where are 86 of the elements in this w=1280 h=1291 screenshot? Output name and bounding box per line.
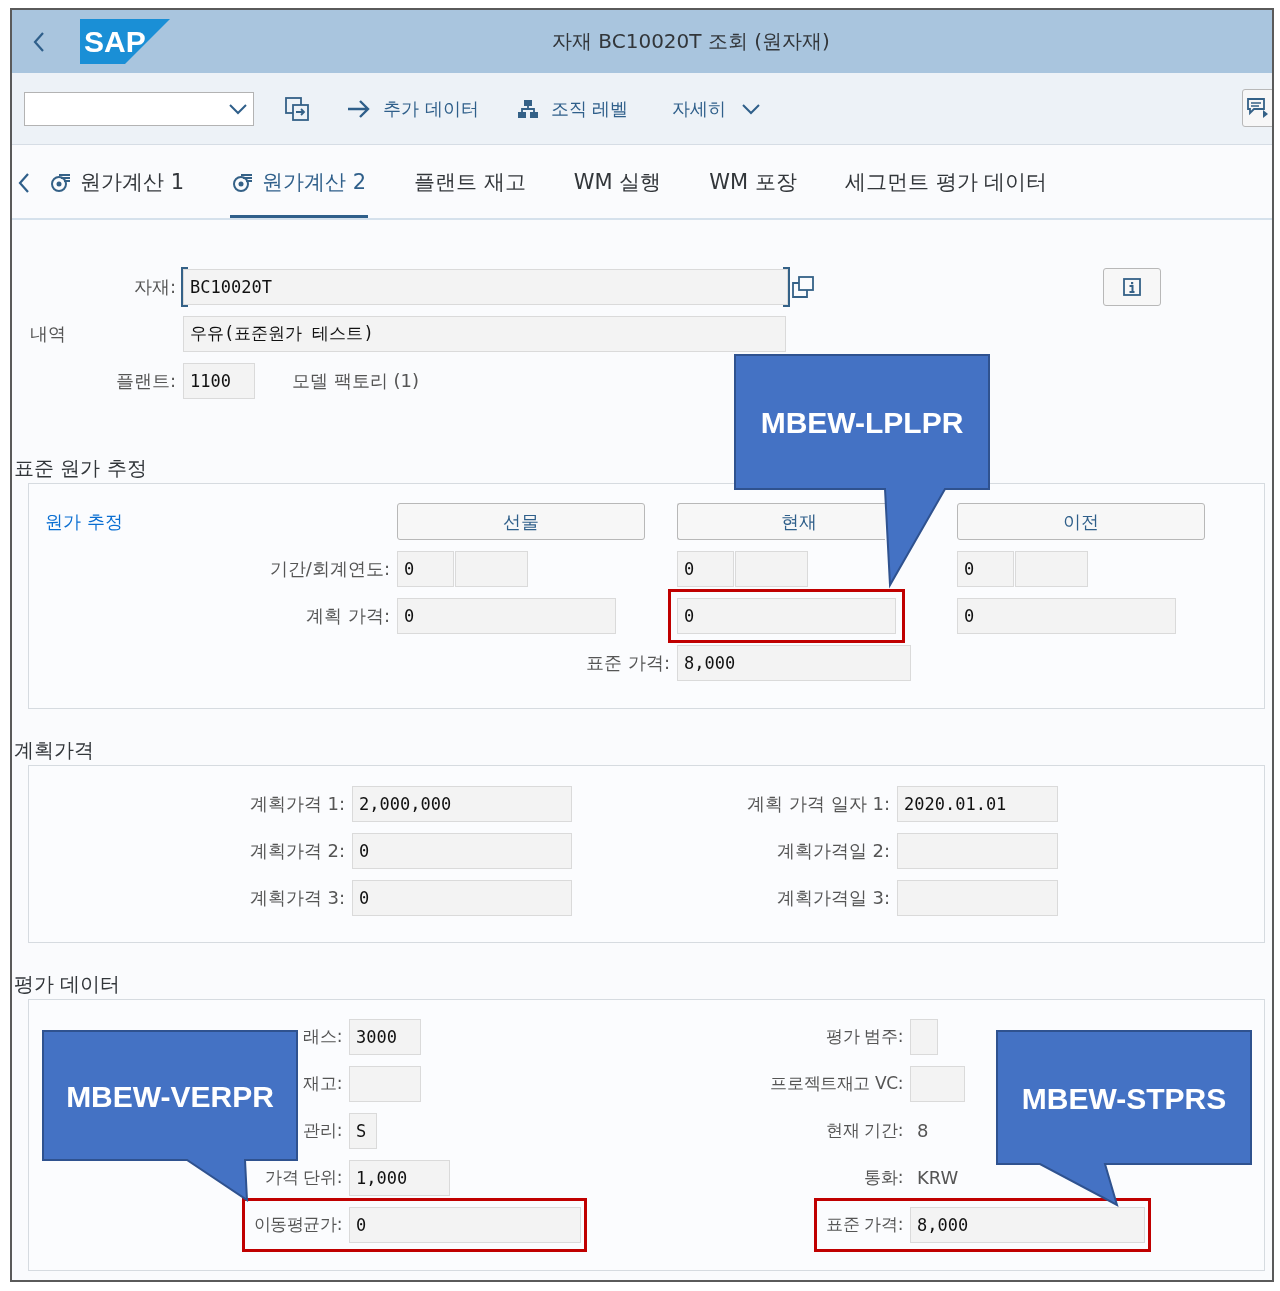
arrow-right-icon: [347, 99, 371, 118]
input-field[interactable]: [897, 832, 1058, 869]
field-label: 통화:: [864, 1166, 904, 1189]
input-field[interactable]: [349, 1065, 421, 1102]
field-label: 래스:: [303, 1025, 343, 1048]
field-label: 평가 범주:: [826, 1025, 904, 1048]
tab[interactable]: 플랜트 재고: [412, 145, 528, 218]
info-icon: [1123, 277, 1141, 296]
input-field[interactable]: 0: [957, 597, 1176, 634]
section-title: 표준 원가 추정: [14, 454, 148, 482]
input-field[interactable]: 0: [397, 597, 616, 634]
field-label: 기간/회계연도:: [268, 556, 391, 581]
field-label: 현재 기간:: [826, 1119, 904, 1142]
caret-icon: [229, 102, 247, 115]
back-icon: [33, 31, 45, 52]
input-field[interactable]: 2020.01.01: [897, 785, 1058, 822]
input-field[interactable]: [455, 550, 528, 587]
section-title: 계획가격: [14, 736, 95, 764]
field-label: 이동평균가:: [253, 1213, 343, 1236]
input-field[interactable]: 0: [352, 832, 572, 869]
input-field[interactable]: 3000: [349, 1018, 421, 1055]
field-label: 계획가격 1:: [248, 791, 346, 816]
field-value: KRW: [916, 1167, 960, 1188]
comment-icon: [1247, 98, 1269, 118]
input-field[interactable]: [1015, 550, 1088, 587]
callout-label: MBEW-LPLPR: [760, 406, 964, 439]
window-title: 자재 BC10020T 조회 (원자재): [552, 28, 830, 55]
column-button[interactable]: 선물: [397, 503, 645, 540]
input-field[interactable]: 0: [349, 1206, 581, 1243]
field-label: 계획가격일 3:: [775, 885, 891, 910]
column-button[interactable]: 이전: [957, 503, 1205, 540]
section-title: 평가 데이터: [14, 970, 122, 998]
field-label: 표준 가격:: [585, 650, 671, 675]
input-field[interactable]: 8,000: [910, 1206, 1145, 1243]
input-field[interactable]: 1,000: [349, 1159, 450, 1196]
input-field[interactable]: 0: [352, 879, 572, 916]
field-label: 계획가격 3:: [248, 885, 346, 910]
field-label: 프로젝트재고 VC:: [770, 1072, 904, 1095]
input-field[interactable]: 1100: [183, 362, 255, 399]
input-field[interactable]: 0: [677, 597, 896, 634]
plant-name: 모델 팩토리 (1): [292, 368, 419, 393]
sap-logo: SAP: [80, 19, 170, 64]
copy-icon[interactable]: [791, 274, 815, 299]
field-label: 계획가격일 2:: [775, 838, 891, 863]
panel-button[interactable]: [1242, 89, 1272, 127]
tab[interactable]: WM 실행: [571, 145, 664, 218]
tab[interactable]: 원가계산 2: [230, 145, 369, 218]
field-label: 내역: [29, 321, 67, 346]
dropdown-field[interactable]: [24, 91, 254, 126]
input-field[interactable]: 8,000: [677, 644, 911, 681]
input-field[interactable]: 0: [957, 550, 1014, 587]
tab[interactable]: 세그먼트 평가 데이터: [842, 145, 1050, 218]
input-field[interactable]: 0: [397, 550, 454, 587]
field-label: 계획가격 2:: [248, 838, 346, 863]
input-field[interactable]: [735, 550, 808, 587]
cost-estimate-link[interactable]: 원가 추정: [29, 509, 397, 534]
input-field[interactable]: BC10020T: [183, 268, 788, 305]
tab[interactable]: 원가계산 1: [48, 145, 187, 218]
field-label: 계획 가격:: [305, 603, 391, 628]
callout-label: MBEW-STPRS: [1021, 1081, 1227, 1115]
field-value: 8: [916, 1120, 930, 1141]
field-label: 관리:: [303, 1119, 343, 1142]
callout-label: MBEW-VERPR: [66, 1079, 274, 1113]
chevron-left-icon: [18, 172, 30, 193]
action-button[interactable]: 조직 레벨: [516, 96, 629, 121]
input-field[interactable]: 2,000,000: [352, 785, 572, 822]
hierarchy-icon: [516, 98, 539, 119]
export-icon[interactable]: [285, 96, 309, 121]
input-field[interactable]: 0: [677, 550, 734, 587]
field-label: 재고:: [303, 1072, 343, 1095]
field-label: 자재:: [132, 274, 177, 299]
menu-button[interactable]: 자세히: [672, 96, 761, 121]
field-label: 계획 가격 일자 1:: [746, 791, 891, 816]
tab[interactable]: WM 포장: [707, 145, 799, 218]
info-button[interactable]: [1103, 267, 1161, 306]
column-button[interactable]: 현재: [677, 503, 885, 540]
input-field[interactable]: 우유(표준원가 테스트): [183, 315, 786, 352]
field-label: 플랜트:: [114, 368, 177, 393]
chevron-down-icon: [742, 102, 761, 115]
action-button[interactable]: 추가 데이터: [347, 96, 479, 121]
input-field[interactable]: S: [349, 1112, 377, 1149]
field-label: 표준 가격:: [826, 1213, 904, 1236]
input-field[interactable]: [897, 879, 1058, 916]
input-field[interactable]: [910, 1018, 938, 1055]
field-label: 가격 단위:: [265, 1166, 343, 1189]
input-field[interactable]: [910, 1065, 965, 1102]
